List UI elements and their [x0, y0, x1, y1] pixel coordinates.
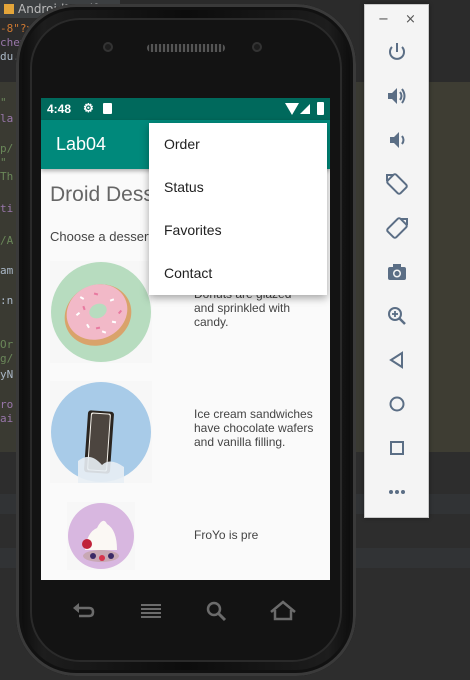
- xml-file-icon: [4, 4, 14, 14]
- overflow-menu: Order Status Favorites Contact: [149, 123, 327, 295]
- page-title: Droid Dess: [50, 183, 154, 206]
- status-bar: 4:48 ⚙: [41, 98, 330, 120]
- menu-item-contact[interactable]: Contact: [149, 252, 327, 295]
- more-icon[interactable]: [385, 480, 409, 504]
- menu-item-order[interactable]: Order: [149, 123, 327, 166]
- code-line: am: [0, 264, 14, 277]
- code-line: yN: [0, 368, 14, 381]
- code-highlight-band-right: [430, 82, 470, 452]
- status-time: 4:48: [47, 102, 72, 116]
- hardware-menu-button[interactable]: [135, 596, 169, 626]
- code-line: ai: [0, 412, 14, 425]
- code-line: ti: [0, 202, 14, 215]
- donut-image[interactable]: [50, 261, 152, 363]
- froyo-image[interactable]: [67, 502, 135, 570]
- zoom-icon[interactable]: [385, 304, 409, 328]
- menu-item-favorites[interactable]: Favorites: [149, 209, 327, 252]
- code-line: la: [0, 112, 14, 125]
- code-line: ro: [0, 398, 14, 411]
- code-line: /A: [0, 234, 14, 247]
- page-subtitle: Choose a dessert: [50, 229, 152, 244]
- wifi-icon: [285, 103, 299, 115]
- camera-icon[interactable]: [385, 260, 409, 284]
- code-line: Th: [0, 170, 14, 183]
- home-icon[interactable]: [385, 392, 409, 416]
- proximity-sensor: [103, 42, 113, 52]
- close-button[interactable]: ×: [405, 12, 416, 27]
- hardware-back-button[interactable]: [67, 596, 101, 626]
- code-line: p/: [0, 142, 14, 155]
- ice-cream-sandwich-image[interactable]: [50, 381, 152, 483]
- code-line: ": [0, 156, 7, 169]
- signal-icon: [300, 104, 310, 114]
- sd-card-icon: [103, 103, 112, 114]
- battery-icon: [317, 102, 324, 115]
- froyo-description: FroYo is pre: [194, 528, 259, 542]
- rotate-left-icon[interactable]: [385, 172, 409, 196]
- menu-item-status[interactable]: Status: [149, 166, 327, 209]
- settings-icon: ⚙: [83, 101, 94, 115]
- earpiece-speaker: [147, 44, 225, 52]
- volume-down-icon[interactable]: [385, 128, 409, 152]
- app-title: Lab04: [56, 134, 107, 154]
- code-line: g/: [0, 352, 14, 365]
- ice-cream-sandwich-description: Ice cream sandwiches have chocolate wafe…: [194, 407, 314, 449]
- hardware-search-button[interactable]: [200, 596, 234, 626]
- power-icon[interactable]: [385, 40, 409, 64]
- rotate-right-icon[interactable]: [385, 216, 409, 240]
- device-screen: 4:48 ⚙ Lab04 Droid Dess Choose a dessert: [41, 98, 330, 580]
- code-line: ": [0, 96, 7, 109]
- code-line: Or: [0, 338, 14, 351]
- minimize-button[interactable]: −: [378, 12, 389, 27]
- front-camera: [252, 42, 262, 52]
- emulator-toolbar: − ×: [364, 4, 429, 518]
- hardware-home-button[interactable]: [266, 596, 300, 626]
- code-line: :n: [0, 294, 14, 307]
- overview-icon[interactable]: [385, 436, 409, 460]
- back-icon[interactable]: [385, 348, 409, 372]
- volume-up-icon[interactable]: [385, 84, 409, 108]
